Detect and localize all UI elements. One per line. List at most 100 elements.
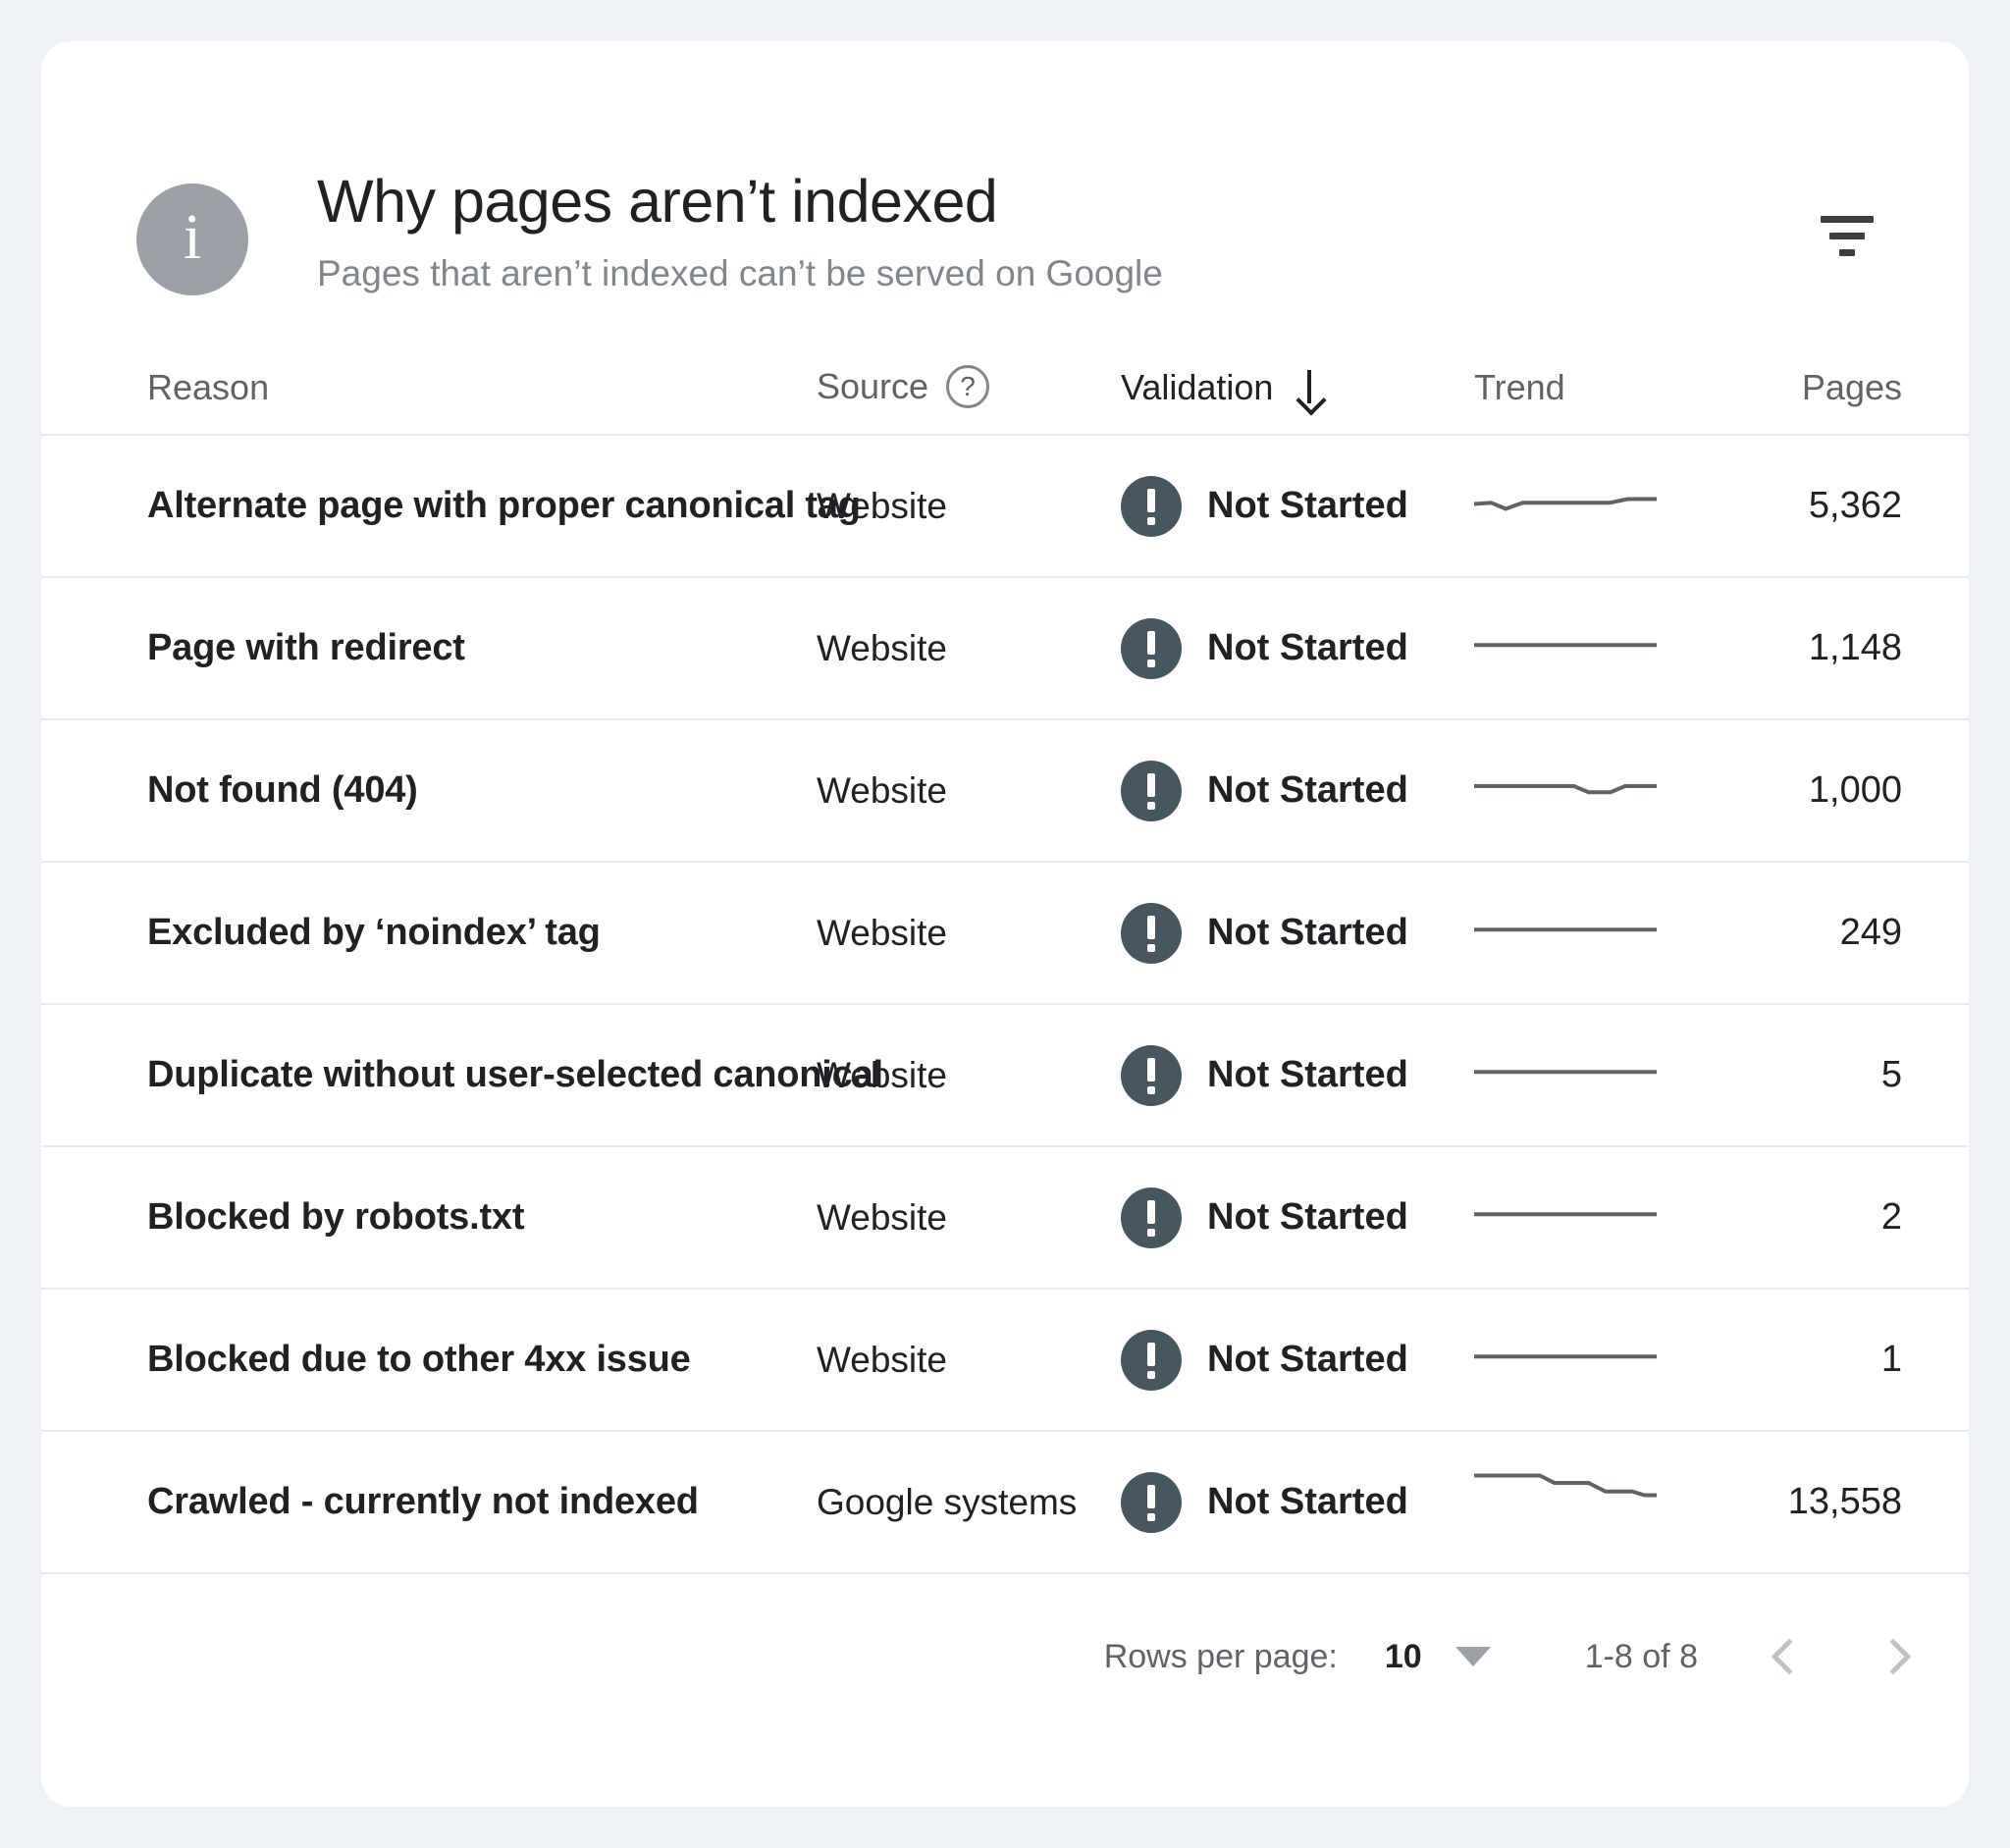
cell-pages: 13,558 <box>1729 1481 1969 1523</box>
cell-source: Website <box>817 1340 1121 1381</box>
source-label: Google systems <box>817 1481 1078 1522</box>
table-row[interactable]: Page with redirect Website Not Started 1,14… <box>41 578 1969 720</box>
filter-icon-bar-2 <box>1829 232 1865 239</box>
report-card: i Why pages aren’t indexed Pages that ar… <box>41 41 1969 1807</box>
cell-source: Website <box>817 1055 1121 1096</box>
reason-label: Blocked due to other 4xx issue <box>147 1339 691 1380</box>
reason-label: Blocked by robots.txt <box>147 1196 525 1238</box>
cell-trend <box>1474 614 1729 683</box>
table-row[interactable]: Blocked by robots.txt Website Not Started 2 <box>41 1147 1969 1290</box>
table-header-row: Reason Source ? Validation Trend Pages <box>41 326 1969 436</box>
column-header-source[interactable]: Source ? <box>817 365 1121 408</box>
status-badge: Not Started <box>1121 902 1408 964</box>
filter-icon-bar-1 <box>1821 215 1874 223</box>
cell-trend <box>1474 1184 1729 1252</box>
reason-label: Not found (404) <box>147 769 418 811</box>
cell-pages: 1,148 <box>1729 627 1969 669</box>
info-icon-glyph: i <box>183 201 202 273</box>
trend-sparkline <box>1474 1041 1657 1110</box>
cell-trend <box>1474 757 1729 825</box>
help-icon[interactable]: ? <box>946 365 990 408</box>
cell-pages: 2 <box>1729 1196 1969 1239</box>
trend-sparkline <box>1474 614 1657 683</box>
cell-pages: 1,000 <box>1729 769 1969 812</box>
pages-count: 249 <box>1839 912 1902 953</box>
rows-per-page-label: Rows per page: <box>1103 1637 1338 1675</box>
cell-validation: Not Started <box>1121 1044 1474 1106</box>
column-header-validation-label: Validation <box>1121 367 1274 407</box>
cell-trend <box>1474 1326 1729 1395</box>
rows-per-page-value[interactable]: 10 <box>1385 1638 1422 1676</box>
sort-descending-arrow-icon[interactable] <box>1293 368 1326 407</box>
chevron-down-icon[interactable] <box>1455 1647 1491 1666</box>
source-label: Website <box>817 1054 947 1095</box>
cell-reason: Duplicate without user-selected canonica… <box>41 1054 883 1096</box>
cell-pages: 5 <box>1729 1054 1969 1096</box>
trend-sparkline <box>1474 899 1657 968</box>
table-row[interactable]: Duplicate without user-selected canonica… <box>41 1005 1969 1147</box>
cell-validation: Not Started <box>1121 617 1474 679</box>
source-label: Website <box>817 627 947 668</box>
reason-label: Alternate page with proper canonical tag <box>147 485 861 526</box>
exclamation-icon <box>1121 1471 1182 1533</box>
status-badge: Not Started <box>1121 617 1408 679</box>
column-header-source-label: Source <box>817 366 929 406</box>
column-header-validation[interactable]: Validation <box>1121 367 1474 408</box>
cell-source: Website <box>817 913 1121 954</box>
chevron-left-icon[interactable] <box>1771 1638 1808 1675</box>
validation-status-label: Not Started <box>1207 1481 1408 1522</box>
cell-validation: Not Started <box>1121 1187 1474 1248</box>
status-badge: Not Started <box>1121 1329 1408 1391</box>
trend-sparkline <box>1474 1468 1657 1537</box>
exclamation-icon <box>1121 617 1182 679</box>
cell-source: Website <box>817 628 1121 669</box>
info-icon: i <box>136 184 248 295</box>
cell-reason: Excluded by ‘noindex’ tag <box>41 912 817 954</box>
reason-label: Page with redirect <box>147 627 465 668</box>
exclamation-icon <box>1121 1044 1182 1106</box>
exclamation-icon <box>1121 1329 1182 1391</box>
trend-sparkline <box>1474 1326 1657 1395</box>
cell-pages: 249 <box>1729 912 1969 954</box>
exclamation-icon <box>1121 1187 1182 1248</box>
column-header-pages[interactable]: Pages <box>1729 367 1969 408</box>
chevron-right-icon[interactable] <box>1875 1638 1912 1675</box>
trend-sparkline <box>1474 472 1657 541</box>
pages-count: 5 <box>1880 1054 1902 1095</box>
validation-status-label: Not Started <box>1207 769 1408 811</box>
reason-label: Duplicate without user-selected canonica… <box>147 1054 883 1095</box>
cell-pages: 1 <box>1729 1339 1969 1381</box>
cell-reason: Alternate page with proper canonical tag <box>41 485 861 527</box>
cell-reason: Blocked by robots.txt <box>41 1196 817 1239</box>
cell-validation: Not Started <box>1121 902 1474 964</box>
table-body: Alternate page with proper canonical tag… <box>41 436 1969 1574</box>
validation-status-label: Not Started <box>1207 1054 1408 1095</box>
table-row[interactable]: Excluded by ‘noindex’ tag Website Not Star… <box>41 863 1969 1005</box>
header-text-group: Why pages aren’t indexed Pages that aren… <box>317 167 1163 294</box>
cell-reason: Not found (404) <box>41 769 817 812</box>
pages-count: 1 <box>1880 1339 1902 1380</box>
cell-reason: Page with redirect <box>41 627 817 669</box>
cell-trend <box>1474 1041 1729 1110</box>
validation-status-label: Not Started <box>1207 627 1408 668</box>
table-footer: Rows per page: 10 1-8 of 8 <box>41 1574 1969 1739</box>
pages-count: 13,558 <box>1787 1481 1902 1522</box>
column-header-trend[interactable]: Trend <box>1474 367 1729 408</box>
validation-status-label: Not Started <box>1207 1339 1408 1380</box>
pages-count: 2 <box>1880 1196 1902 1238</box>
status-badge: Not Started <box>1121 1044 1408 1106</box>
validation-status-label: Not Started <box>1207 1196 1408 1238</box>
table-row[interactable]: Not found (404) Website Not Started 1,000 <box>41 720 1969 863</box>
status-badge: Not Started <box>1121 760 1408 821</box>
exclamation-icon <box>1121 475 1182 537</box>
cell-trend <box>1474 472 1729 541</box>
source-label: Website <box>817 485 947 526</box>
table-row[interactable]: Blocked due to other 4xx issue Website Not… <box>41 1290 1969 1432</box>
cell-source: Website <box>817 486 1121 527</box>
cell-validation: Not Started <box>1121 1471 1474 1533</box>
cell-reason: Blocked due to other 4xx issue <box>41 1339 817 1381</box>
table-row[interactable]: Alternate page with proper canonical tag… <box>41 436 1969 578</box>
table-row[interactable]: Crawled - currently not indexed Google sy… <box>41 1432 1969 1574</box>
filter-icon[interactable] <box>1800 188 1894 283</box>
column-header-reason[interactable]: Reason <box>41 367 817 408</box>
